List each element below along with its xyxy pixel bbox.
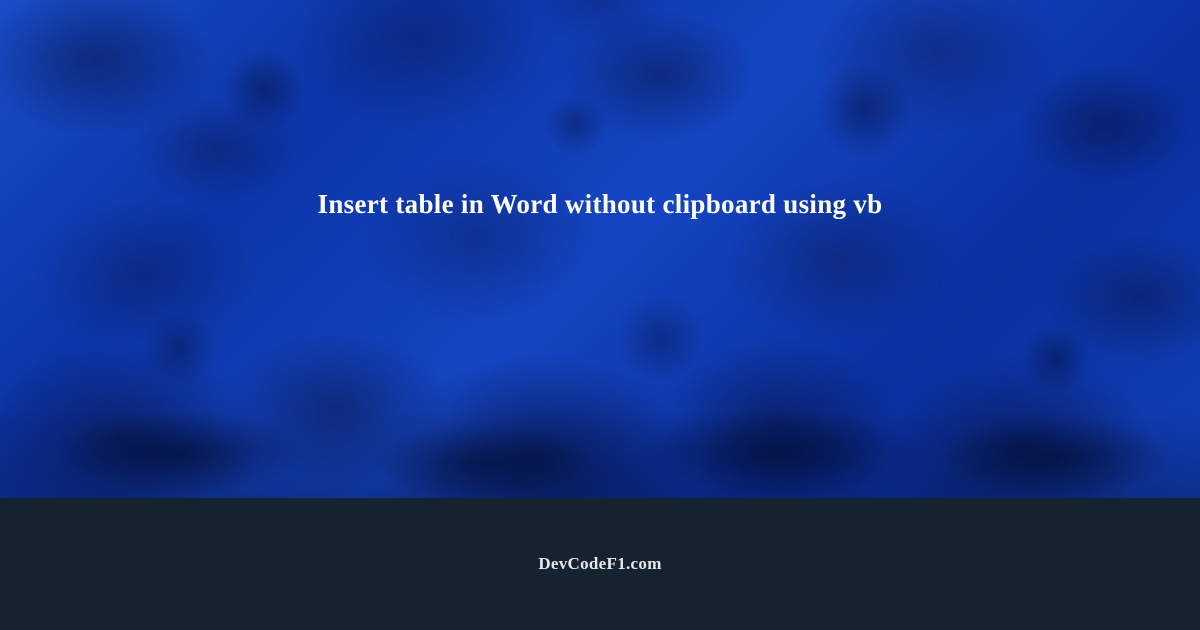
footer-section: DevCodeF1.com	[0, 498, 1200, 630]
site-name: DevCodeF1.com	[538, 554, 661, 574]
hero-section: Insert table in Word without clipboard u…	[0, 0, 1200, 498]
page-title: Insert table in Word without clipboard u…	[278, 189, 923, 220]
